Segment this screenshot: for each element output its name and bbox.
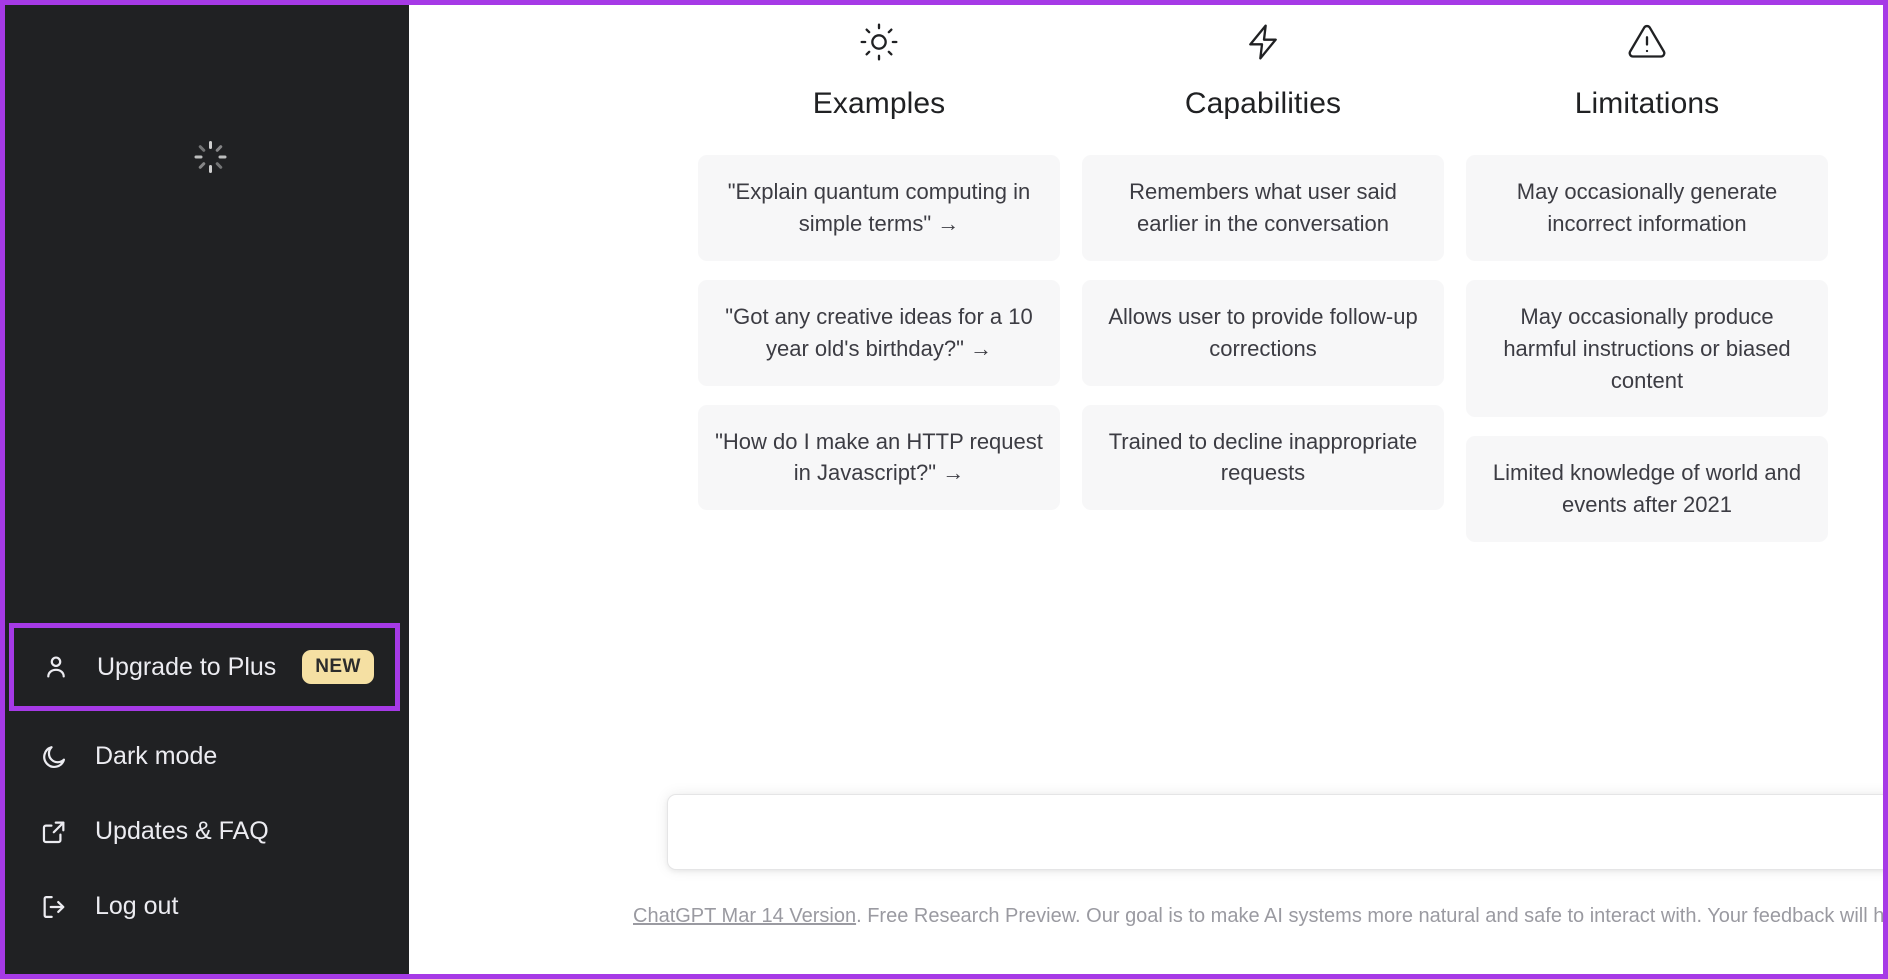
intro-columns: Examples "Explain quantum computing in s… bbox=[409, 19, 1828, 543]
lightning-bolt-icon bbox=[1243, 19, 1283, 65]
capability-card: Allows user to provide follow-up correct… bbox=[1082, 279, 1444, 386]
moon-icon bbox=[39, 742, 69, 772]
example-card[interactable]: "Got any creative ideas for a 10 year ol… bbox=[698, 279, 1060, 386]
example-card[interactable]: "How do I make an HTTP request in Javasc… bbox=[698, 404, 1060, 511]
column-capabilities: Capabilities Remembers what user said ea… bbox=[1082, 19, 1444, 542]
column-title: Limitations bbox=[1574, 87, 1720, 120]
composer-area bbox=[667, 794, 1883, 870]
person-icon bbox=[41, 652, 71, 682]
main-content: Examples "Explain quantum computing in s… bbox=[409, 5, 1883, 974]
sidebar-item-upgrade-to-plus[interactable]: Upgrade to Plus NEW bbox=[9, 623, 400, 711]
capability-card: Remembers what user said earlier in the … bbox=[1082, 155, 1444, 261]
external-link-icon bbox=[39, 817, 69, 847]
status-badge: NEW bbox=[302, 650, 374, 684]
card-list: Remembers what user said earlier in the … bbox=[1082, 155, 1444, 511]
sidebar-item-label: Dark mode bbox=[95, 742, 218, 770]
footer-text: . Free Research Preview. Our goal is to … bbox=[856, 905, 1883, 927]
column-title: Capabilities bbox=[1184, 87, 1342, 120]
sidebar-item-label: Log out bbox=[95, 892, 179, 920]
limitation-card: May occasionally produce harmful instruc… bbox=[1466, 279, 1828, 418]
app-window: Upgrade to Plus NEW Dark mode Updates & … bbox=[0, 0, 1888, 979]
loading-spinner-icon bbox=[193, 140, 227, 174]
limitation-card: Limited knowledge of world and events af… bbox=[1466, 436, 1828, 543]
version-link[interactable]: ChatGPT Mar 14 Version bbox=[633, 905, 856, 927]
sidebar-item-updates-faq[interactable]: Updates & FAQ bbox=[5, 794, 409, 869]
card-list: "Explain quantum computing in simple ter… bbox=[698, 155, 1060, 511]
card-list: May occasionally generate incorrect info… bbox=[1466, 155, 1828, 543]
sidebar-top-area bbox=[5, 5, 409, 623]
composer-box[interactable] bbox=[667, 794, 1883, 870]
footer-disclaimer: ChatGPT Mar 14 Version. Free Research Pr… bbox=[409, 905, 1883, 928]
column-title: Examples bbox=[812, 87, 946, 120]
sun-icon bbox=[859, 19, 899, 65]
sidebar-item-label: Upgrade to Plus bbox=[97, 652, 277, 681]
sidebar-item-log-out[interactable]: Log out bbox=[5, 869, 409, 944]
logout-icon bbox=[39, 892, 69, 922]
column-examples: Examples "Explain quantum computing in s… bbox=[698, 19, 1060, 542]
limitation-card: May occasionally generate incorrect info… bbox=[1466, 155, 1828, 261]
example-card[interactable]: "Explain quantum computing in simple ter… bbox=[698, 155, 1060, 261]
sidebar: Upgrade to Plus NEW Dark mode Updates & … bbox=[5, 5, 409, 974]
sidebar-item-label: Updates & FAQ bbox=[95, 817, 269, 845]
sidebar-item-dark-mode[interactable]: Dark mode bbox=[5, 719, 409, 794]
warning-triangle-icon bbox=[1627, 19, 1667, 65]
capability-card: Trained to decline inappropriate request… bbox=[1082, 404, 1444, 511]
sidebar-bottom-nav: Upgrade to Plus NEW Dark mode Updates & … bbox=[5, 623, 409, 974]
message-input[interactable] bbox=[668, 795, 1883, 869]
column-limitations: Limitations May occasionally generate in… bbox=[1466, 19, 1828, 543]
